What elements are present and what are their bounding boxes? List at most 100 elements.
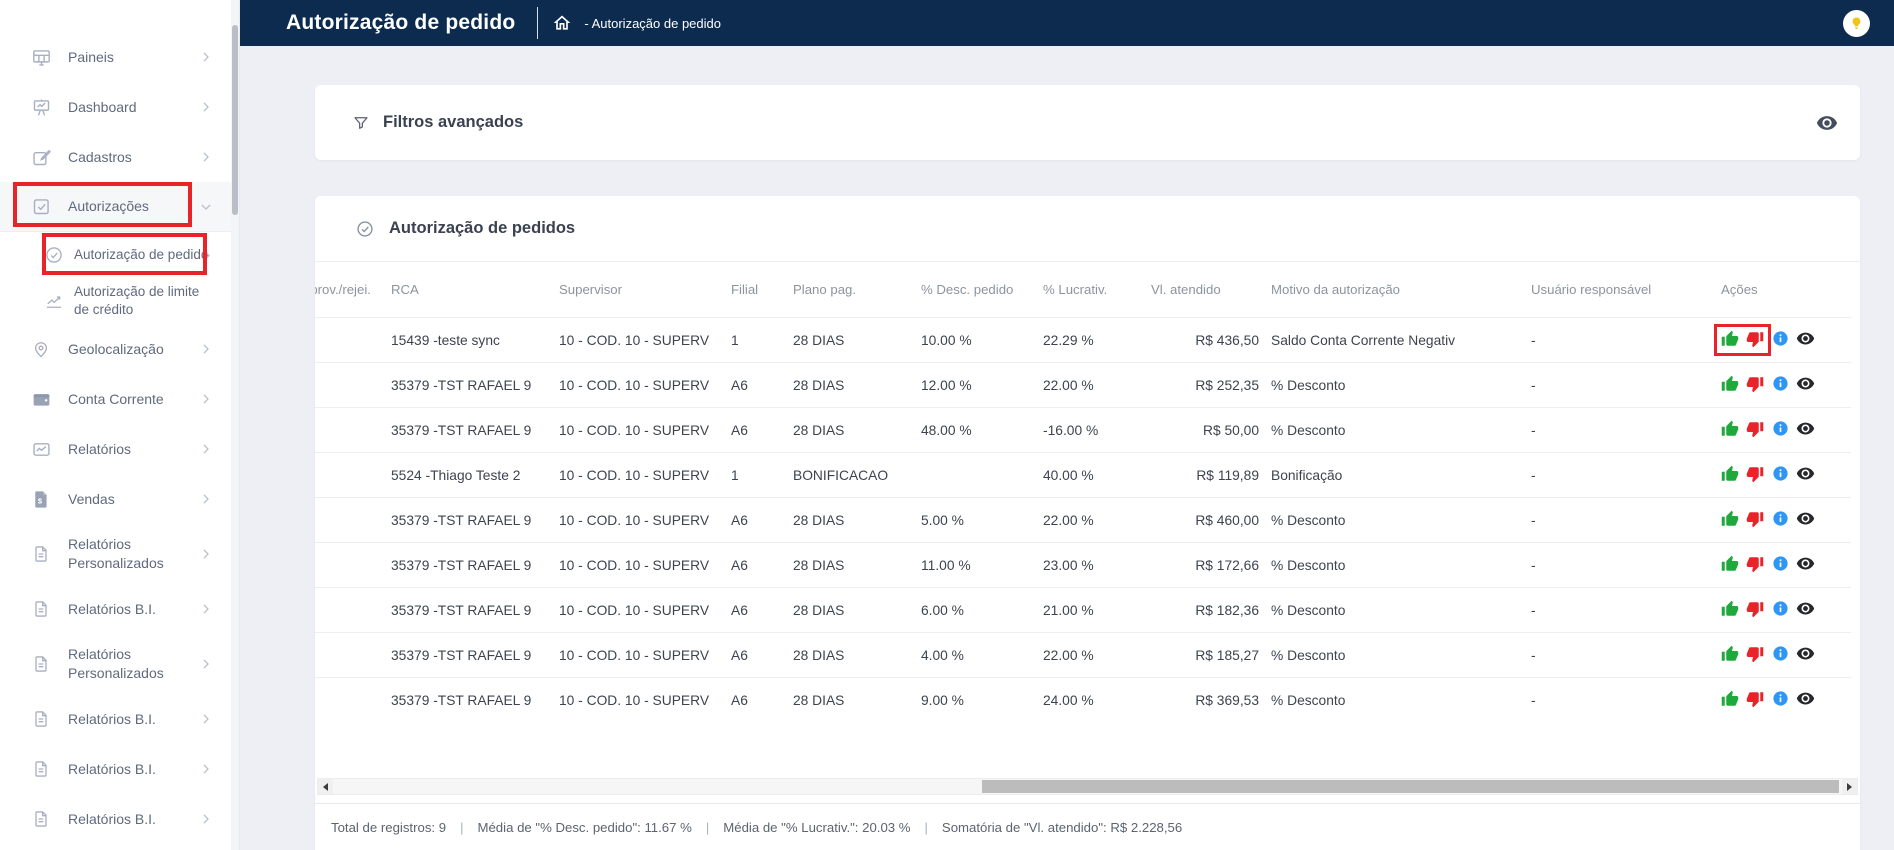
eye-icon <box>1796 599 1815 621</box>
cell-usuario: - <box>1531 557 1536 573</box>
reject-button[interactable] <box>1746 421 1764 439</box>
summary-separator: | <box>705 820 710 835</box>
edit-icon <box>30 146 52 168</box>
thumbs-down-icon <box>1746 330 1764 351</box>
info-icon <box>1772 420 1789 440</box>
approve-button[interactable] <box>1721 600 1739 619</box>
sidebar-subitem-autorizacao-limite-credito[interactable]: Autorização de limite de crédito <box>0 278 239 324</box>
info-button[interactable] <box>1771 376 1789 394</box>
cell-motivo: % Desconto <box>1271 377 1346 393</box>
sidebar-item-relatorios-bi-2[interactable]: Relatórios B.I. <box>0 694 239 744</box>
eye-icon <box>1796 554 1815 576</box>
chevron-right-icon <box>200 249 213 262</box>
approve-button[interactable] <box>1721 330 1739 349</box>
view-details-button[interactable] <box>1796 556 1814 574</box>
cell-motivo: % Desconto <box>1271 422 1346 438</box>
info-button[interactable] <box>1771 421 1789 439</box>
info-button[interactable] <box>1771 646 1789 664</box>
sidebar-item-autorizacoes[interactable]: Autorizações <box>0 182 239 232</box>
info-button[interactable] <box>1771 556 1789 574</box>
sidebar-item-relatorios-personalizados-2[interactable]: Relatórios Personalizados <box>0 634 239 694</box>
cell-vl: R$ 460,00 <box>1195 512 1259 528</box>
approve-button[interactable] <box>1721 465 1739 484</box>
sidebar-nav: Paineis Dashboard Cadastros Autorizações… <box>0 0 239 844</box>
reject-button[interactable] <box>1746 376 1764 394</box>
reject-button[interactable] <box>1746 466 1764 484</box>
sidebar-item-label: Relatórios Personalizados <box>68 646 164 681</box>
cell-motivo: % Desconto <box>1271 602 1346 618</box>
sidebar-item-geolocalizacao[interactable]: Geolocalização <box>0 324 239 374</box>
scroll-right-button[interactable] <box>1842 779 1857 794</box>
sidebar-scrollbar[interactable] <box>231 0 239 850</box>
reject-button[interactable] <box>1746 556 1764 574</box>
info-icon <box>1772 375 1789 395</box>
reject-button[interactable] <box>1746 691 1764 709</box>
chevron-down-icon <box>199 200 213 214</box>
scrollbar-thumb[interactable] <box>981 780 1839 793</box>
view-details-button[interactable] <box>1796 646 1814 664</box>
summary-separator: | <box>460 820 464 835</box>
info-button[interactable] <box>1771 466 1789 484</box>
chevron-right-icon <box>199 50 213 64</box>
view-details-button[interactable] <box>1796 331 1814 349</box>
cell-rca: 35379 -TST RAFAEL 9 <box>391 377 532 393</box>
sidebar-item-relatorios-personalizados[interactable]: Relatórios Personalizados <box>0 524 239 584</box>
view-details-button[interactable] <box>1796 421 1814 439</box>
approve-button[interactable] <box>1721 555 1739 574</box>
sidebar-item-relatorios-bi-3[interactable]: Relatórios B.I. <box>0 744 239 794</box>
sidebar-item-cadastros[interactable]: Cadastros <box>0 132 239 182</box>
scrollbar-track[interactable] <box>333 779 1842 794</box>
header-divider <box>537 7 539 39</box>
sidebar-item-relatorios-bi[interactable]: Relatórios B.I. <box>0 584 239 634</box>
check-circle-icon <box>44 245 64 265</box>
scroll-left-button[interactable] <box>318 779 333 794</box>
approve-button[interactable] <box>1721 690 1739 709</box>
approve-button[interactable] <box>1721 510 1739 529</box>
cell-plano: 28 DIAS <box>793 377 845 393</box>
sidebar-scrollbar-thumb[interactable] <box>232 25 238 215</box>
cell-usuario: - <box>1531 602 1536 618</box>
cell-rca: 35379 -TST RAFAEL 9 <box>391 647 532 663</box>
top-bar: Autorização de pedido - Autorização de p… <box>240 0 1894 46</box>
view-details-button[interactable] <box>1796 376 1814 394</box>
cell-actions <box>1721 645 1851 664</box>
view-details-button[interactable] <box>1796 511 1814 529</box>
chevron-right-icon <box>199 812 213 826</box>
cell-plano: 28 DIAS <box>793 602 845 618</box>
info-button[interactable] <box>1771 601 1789 619</box>
sidebar-item-conta-corrente[interactable]: Conta Corrente <box>0 374 239 424</box>
cell-usuario: - <box>1531 377 1536 393</box>
reject-button[interactable] <box>1746 646 1764 664</box>
horizontal-scrollbar[interactable] <box>317 778 1858 795</box>
cell-motivo: % Desconto <box>1271 692 1346 708</box>
column-header-filial: Filial <box>731 282 759 297</box>
home-icon[interactable] <box>552 13 572 33</box>
sidebar-item-relatorios-bi-4[interactable]: Relatórios B.I. <box>0 794 239 844</box>
reject-button[interactable] <box>1746 511 1764 529</box>
approve-button[interactable] <box>1721 645 1739 664</box>
view-details-button[interactable] <box>1796 601 1814 619</box>
info-button[interactable] <box>1771 511 1789 529</box>
sidebar-item-relatorios[interactable]: Relatórios <box>0 424 239 474</box>
sidebar-subitem-autorizacao-de-pedido[interactable]: Autorização de pedido <box>0 232 239 278</box>
help-tips-button[interactable] <box>1843 9 1870 37</box>
cell-motivo: Saldo Conta Corrente Negativ <box>1271 332 1456 348</box>
info-button[interactable] <box>1771 331 1789 349</box>
approve-button[interactable] <box>1721 420 1739 439</box>
reject-button[interactable] <box>1746 601 1764 619</box>
sidebar-item-label: Relatórios B.I. <box>68 600 156 617</box>
view-details-button[interactable] <box>1796 466 1814 484</box>
sidebar-item-label: Vendas <box>68 490 115 507</box>
wallet-icon <box>30 388 52 410</box>
eye-icon <box>1796 329 1815 351</box>
toggle-visibility-button[interactable] <box>1814 110 1840 136</box>
view-details-button[interactable] <box>1796 691 1814 709</box>
reject-button[interactable] <box>1746 331 1764 349</box>
sidebar-item-dashboard[interactable]: Dashboard <box>0 82 239 132</box>
info-button[interactable] <box>1771 691 1789 709</box>
sidebar-item-paineis[interactable]: Paineis <box>0 32 239 82</box>
sidebar-item-vendas[interactable]: $ Vendas <box>0 474 239 524</box>
approve-button[interactable] <box>1721 375 1739 394</box>
arrow-left-icon <box>323 782 328 791</box>
advanced-filters-panel[interactable]: Filtros avançados <box>315 85 1860 160</box>
